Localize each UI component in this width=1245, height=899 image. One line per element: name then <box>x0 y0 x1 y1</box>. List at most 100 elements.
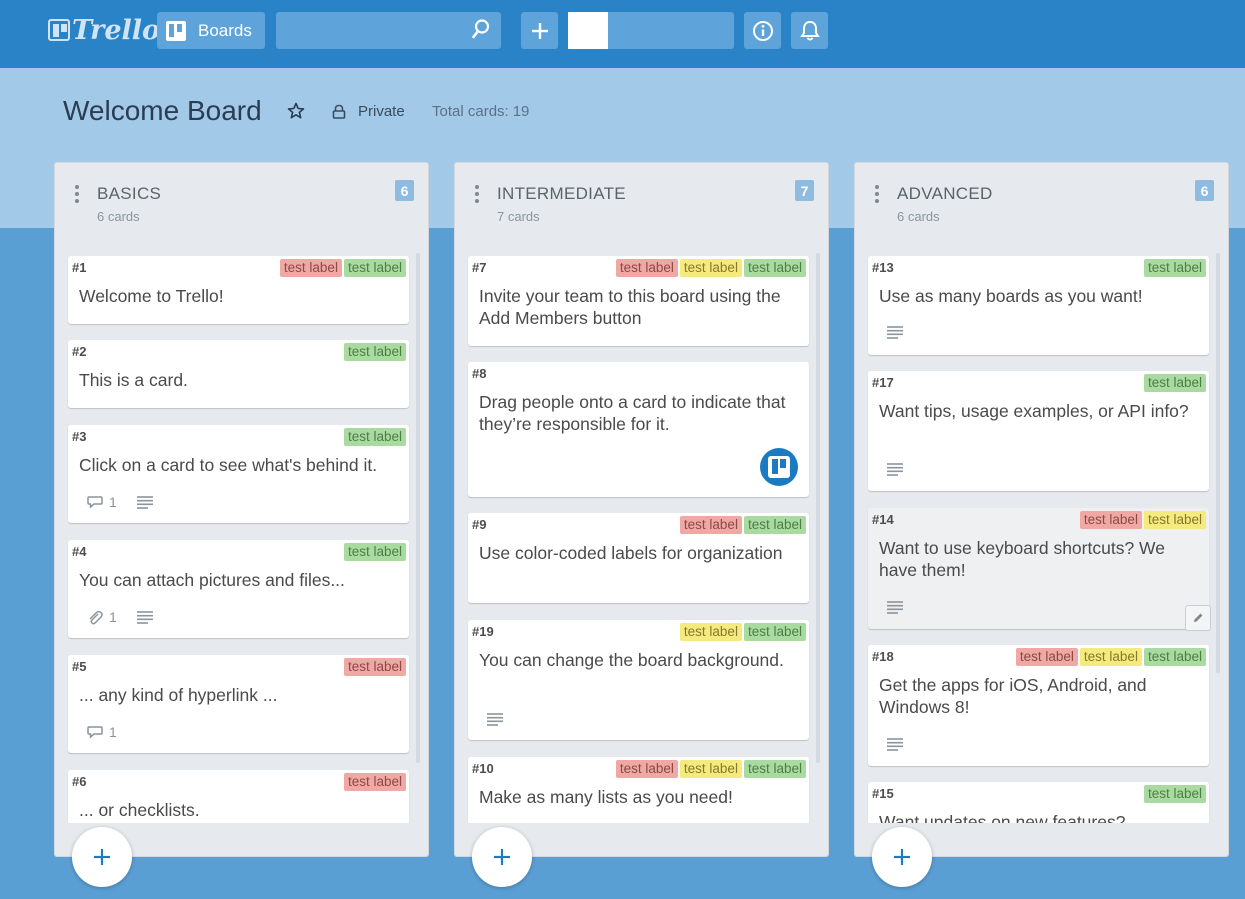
card-label: test label <box>679 516 742 534</box>
add-card-button[interactable] <box>872 827 932 887</box>
card-labels: test label <box>343 543 406 561</box>
card-number: #6 <box>72 774 87 789</box>
card[interactable]: #9 test label test label Use color-coded… <box>468 513 809 603</box>
card[interactable]: #8 Drag people onto a card to indicate t… <box>468 362 809 497</box>
card-label: test label <box>743 259 806 277</box>
card-title: ... or checklists. <box>79 800 200 820</box>
card-badges <box>887 601 903 614</box>
card-title: You can attach pictures and files... <box>79 570 345 590</box>
user-avatar[interactable] <box>568 12 608 49</box>
card-title: Get the apps for iOS, Android, and Windo… <box>879 675 1147 717</box>
edit-card-button[interactable] <box>1185 605 1211 631</box>
card-title: Use color-coded labels for organization <box>479 543 783 563</box>
card-labels: test label test label <box>279 259 406 277</box>
card[interactable]: #19 test label test label You can change… <box>468 620 809 740</box>
notifications-button[interactable] <box>791 12 828 49</box>
card-title: Make as many lists as you need! <box>479 787 733 807</box>
lock-icon <box>332 104 346 119</box>
card-number: #10 <box>472 761 494 776</box>
card[interactable]: #7 test label test label test label Invi… <box>468 256 809 346</box>
card-labels: test label <box>343 658 406 676</box>
card-badges <box>887 326 903 339</box>
card[interactable]: #3 test label Click on a card to see wha… <box>68 425 409 523</box>
boards-button-label: Boards <box>198 20 252 40</box>
add-card-button[interactable] <box>472 827 532 887</box>
card-number: #8 <box>472 366 487 381</box>
card[interactable]: #5 test label ... any kind of hyperlink … <box>68 655 409 753</box>
card-label: test label <box>279 259 342 277</box>
card-number: #9 <box>472 517 487 532</box>
card[interactable]: #14 test label test label Want to use ke… <box>868 508 1211 631</box>
card[interactable]: #10 test label test label test label Mak… <box>468 757 809 823</box>
card-label: test label <box>615 259 678 277</box>
trello-logo[interactable]: Trello <box>48 14 160 46</box>
total-cards-value: 19 <box>512 103 530 120</box>
card[interactable]: #13 test label Use as many boards as you… <box>868 256 1209 355</box>
card-title: Click on a card to see what's behind it. <box>79 455 378 475</box>
card-label: test label <box>679 623 742 641</box>
add-card-button[interactable] <box>72 827 132 887</box>
card[interactable]: #1 test label test label Welcome to Trel… <box>68 256 409 324</box>
card-title: Invite your team to this board using the… <box>479 286 781 328</box>
card-labels: test label <box>343 428 406 446</box>
description-icon <box>136 610 153 624</box>
comments-count: 1 <box>109 724 117 740</box>
description-icon <box>136 495 153 509</box>
logo-text: Trello <box>72 14 161 46</box>
card-labels: test label <box>1143 785 1206 803</box>
card-label: test label <box>1143 511 1206 529</box>
card-labels: test label test label test label <box>1015 648 1206 666</box>
boards-button[interactable]: Boards <box>157 12 265 49</box>
card-number: #2 <box>72 344 87 359</box>
card-label: test label <box>1015 648 1078 666</box>
card[interactable]: #17 test label Want tips, usage examples… <box>868 371 1209 491</box>
card-title: ... any kind of hyperlink ... <box>79 685 278 705</box>
member-avatar[interactable] <box>760 448 798 486</box>
add-button-header[interactable] <box>521 12 558 49</box>
card-title: Want to use keyboard shortcuts? We have … <box>879 538 1165 580</box>
board-visibility[interactable]: Private <box>358 103 405 120</box>
description-icon <box>887 463 903 476</box>
boards-icon <box>166 20 186 41</box>
info-button[interactable] <box>744 12 781 49</box>
card-labels: test label <box>1143 259 1206 277</box>
card-label: test label <box>1143 648 1206 666</box>
card[interactable]: #15 test label Want updates on new featu… <box>868 782 1209 823</box>
plus-icon <box>894 849 910 865</box>
comments-count: 1 <box>109 494 117 510</box>
card-labels: test label test label test label <box>615 760 806 778</box>
list-advanced: ADVANCED 6 cards 6 #13 test label Use as… <box>854 162 1229 887</box>
card-label: test label <box>743 623 806 641</box>
card-number: #19 <box>472 624 494 639</box>
card-title: You can change the board background. <box>479 650 784 670</box>
total-cards-label: Total cards: <box>432 103 509 120</box>
card-labels: test label test label <box>679 516 806 534</box>
card-number: #7 <box>472 260 487 275</box>
board-title[interactable]: Welcome Board <box>63 95 262 127</box>
list-cards: #1 test label test label Welcome to Trel… <box>55 163 428 823</box>
card-title: Use as many boards as you want! <box>879 286 1143 306</box>
card-label: test label <box>343 259 406 277</box>
description-icon <box>887 326 903 339</box>
card-label: test label <box>743 760 806 778</box>
card-label: test label <box>343 543 406 561</box>
trello-logo-icon <box>48 19 70 41</box>
user-name-button[interactable] <box>608 12 734 49</box>
bell-icon <box>799 20 820 40</box>
pencil-icon <box>1194 613 1203 622</box>
comments-badge: 1 <box>87 494 117 510</box>
card-label: test label <box>679 259 742 277</box>
star-icon[interactable] <box>287 102 305 120</box>
card-label: test label <box>1079 511 1142 529</box>
card[interactable]: #6 test label ... or checklists. <box>68 770 409 823</box>
card-label: test label <box>343 658 406 676</box>
card-labels: test label <box>343 343 406 361</box>
card[interactable]: #4 test label You can attach pictures an… <box>68 540 409 638</box>
plus-icon <box>94 849 110 865</box>
search-icon[interactable] <box>472 19 490 39</box>
card[interactable]: #18 test label test label test label Get… <box>868 645 1209 766</box>
comment-icon <box>87 726 103 739</box>
search-input[interactable] <box>276 12 501 49</box>
card[interactable]: #2 test label This is a card. <box>68 340 409 408</box>
card-badges <box>887 738 903 751</box>
